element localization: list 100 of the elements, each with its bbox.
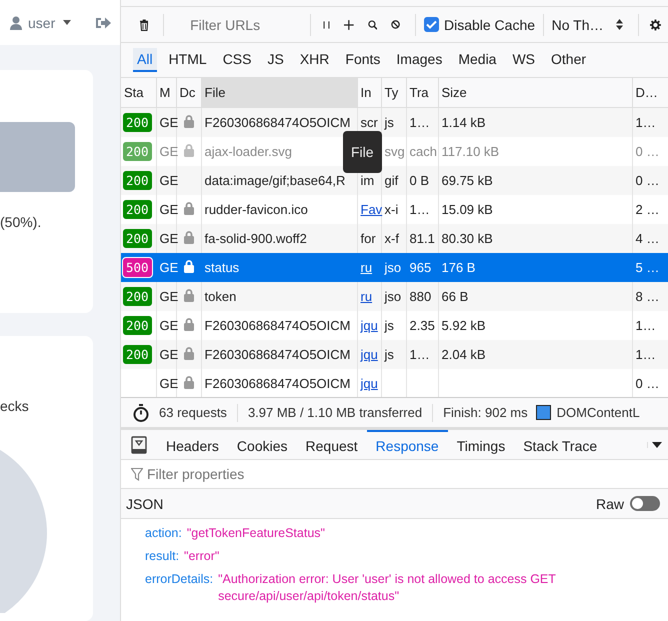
detail-tab[interactable]: Headers	[157, 430, 228, 459]
method-text: GE	[160, 376, 178, 391]
status-code: 200	[123, 200, 152, 219]
filter-tab[interactable]: HTML	[164, 48, 211, 72]
transferred-text: 2.35	[410, 318, 435, 333]
detail-tab[interactable]: Timings	[448, 430, 514, 459]
column-header[interactable]: Tra	[406, 78, 438, 108]
initiator-link[interactable]: Fav	[360, 202, 382, 217]
disable-cache-checkbox[interactable]	[424, 17, 439, 32]
duration-text: 1…	[636, 318, 656, 333]
column-header[interactable]: File	[201, 78, 357, 108]
initiator-link[interactable]: jqu	[360, 376, 378, 391]
property-key: action:	[145, 525, 182, 542]
initiator-text: for	[360, 231, 376, 246]
request-row[interactable]: 200 GE fa-solid-900.woff2 for x-f 81.1 80.30 kB 4 …	[121, 224, 668, 253]
caret-icon[interactable]	[63, 20, 72, 25]
file-name: F260306868474O5OICM	[204, 376, 350, 391]
throttle-select[interactable]: No Th…	[552, 16, 630, 32]
status-code: 500	[123, 258, 152, 277]
duration-text: 0 …	[636, 173, 660, 188]
size-text: 176 B	[442, 260, 476, 275]
request-row[interactable]: 500 GE status ru jso 965 176 B 5 …	[121, 253, 668, 282]
duration-text: 0 …	[636, 376, 660, 391]
column-header[interactable]: Size	[438, 78, 632, 108]
size-text: 80.30 kB	[442, 231, 493, 246]
property-key: result:	[145, 548, 180, 565]
request-row[interactable]: 200 GE data:image/gif;base64,R im gif 0 B 69.75 kB 0 …	[121, 166, 668, 195]
filter-field[interactable]: Filter URLs	[190, 16, 310, 32]
filter-tab[interactable]: All	[133, 48, 157, 72]
filter-tab[interactable]: XHR	[296, 48, 334, 72]
type-text: jso	[384, 289, 402, 304]
stopwatch-icon	[133, 404, 149, 422]
column-header[interactable]: M	[156, 78, 176, 108]
raw-toggle[interactable]	[630, 496, 660, 511]
filter-tab[interactable]: Media	[454, 48, 500, 72]
column-header[interactable]: Sta	[121, 78, 156, 108]
status-code: 200	[123, 229, 152, 248]
filter-tab[interactable]: JS	[263, 48, 288, 72]
file-name: rudder-favicon.ico	[204, 202, 308, 217]
status-code: 200	[123, 171, 152, 190]
property-value: "getTokenFeatureStatus"	[186, 525, 325, 542]
initiator-link[interactable]: jqu	[360, 347, 378, 362]
duration-text: 4 …	[636, 231, 660, 246]
transferred-text: 965	[410, 260, 432, 275]
initiator-link[interactable]: ru	[360, 289, 372, 304]
user-name[interactable]: user	[28, 14, 56, 30]
file-name: F260306868474O5OICM	[204, 347, 350, 362]
request-row[interactable]: 200 GE token ru jso 880 66 B 8 …	[121, 282, 668, 311]
filter-tab[interactable]: Images	[392, 48, 446, 72]
method-text: GE	[160, 173, 178, 188]
filter-tab[interactable]: Fonts	[341, 48, 384, 72]
filter-tab[interactable]: Other	[547, 48, 590, 72]
type-text: svg	[384, 144, 405, 159]
request-row[interactable]: 200 GE F260306868474O5OICM jqu js 1… 2.04 kB 1…	[121, 340, 668, 369]
method-text: GE	[160, 202, 178, 217]
size-text: 66 B	[442, 289, 468, 304]
method-text: GE	[160, 289, 178, 304]
initiator-link[interactable]: ru	[360, 260, 372, 275]
duration-text: 1…	[636, 115, 656, 130]
panel-toggle-icon[interactable]	[131, 436, 147, 454]
logout-icon[interactable]	[95, 16, 112, 30]
type-text: x-f	[384, 231, 399, 246]
property-key: errorDetails:	[145, 571, 214, 605]
status-code: 200	[123, 316, 152, 335]
filter-field[interactable]: Filter properties	[147, 466, 267, 482]
user-icon	[10, 16, 22, 30]
checkbox-label: Disable Cache	[444, 16, 536, 32]
initiator-text: im	[360, 173, 374, 188]
detail-tab[interactable]: Cookies	[228, 430, 297, 459]
request-row[interactable]: GE F260306868474O5OICM jqu 0 …	[121, 369, 668, 397]
funnel-icon	[131, 468, 143, 480]
column-header[interactable]: Dc	[176, 78, 201, 108]
transferred-text: 1…	[410, 202, 430, 217]
filter-tab[interactable]: CSS	[218, 48, 256, 72]
transferred-text: cach	[410, 144, 437, 159]
updown-icon	[616, 19, 623, 30]
transferred-text: 880	[410, 289, 432, 304]
check-icon	[426, 20, 437, 29]
column-header[interactable]: In	[357, 78, 381, 108]
status-code: 200	[123, 113, 152, 132]
request-row[interactable]: 200 GE F260306868474O5OICM jqu js 2.35 5.92 kB 1…	[121, 311, 668, 340]
detail-tab[interactable]: Response	[366, 430, 448, 459]
request-row[interactable]: 200 GE rudder-favicon.ico Fav x-i 1… 15.09 kB 2 …	[121, 195, 668, 224]
duration-text: 2 …	[636, 202, 660, 217]
size-text: 15.09 kB	[442, 202, 493, 217]
column-header[interactable]: D…	[632, 78, 668, 108]
filter-tab[interactable]: WS	[508, 48, 540, 72]
status-code: 200	[123, 345, 152, 364]
transferred-text: 1…	[410, 347, 430, 362]
file-name: F260306868474O5OICM	[204, 318, 350, 333]
duration-text: 1…	[636, 347, 656, 362]
detail-tab[interactable]: Request	[296, 430, 367, 459]
initiator-link[interactable]: jqu	[360, 318, 378, 333]
duration-text: 5 …	[636, 260, 660, 275]
request-row[interactable]: 200 GE F260306868474O5OICM scr js 1… 1.14 kB 1…	[121, 108, 668, 137]
type-text: js	[384, 318, 394, 333]
dropdown-icon[interactable]	[647, 442, 662, 448]
column-header[interactable]: Ty	[381, 78, 406, 108]
detail-tab[interactable]: Stack Trace	[514, 430, 606, 459]
transferred-text: 81.1	[410, 231, 435, 246]
